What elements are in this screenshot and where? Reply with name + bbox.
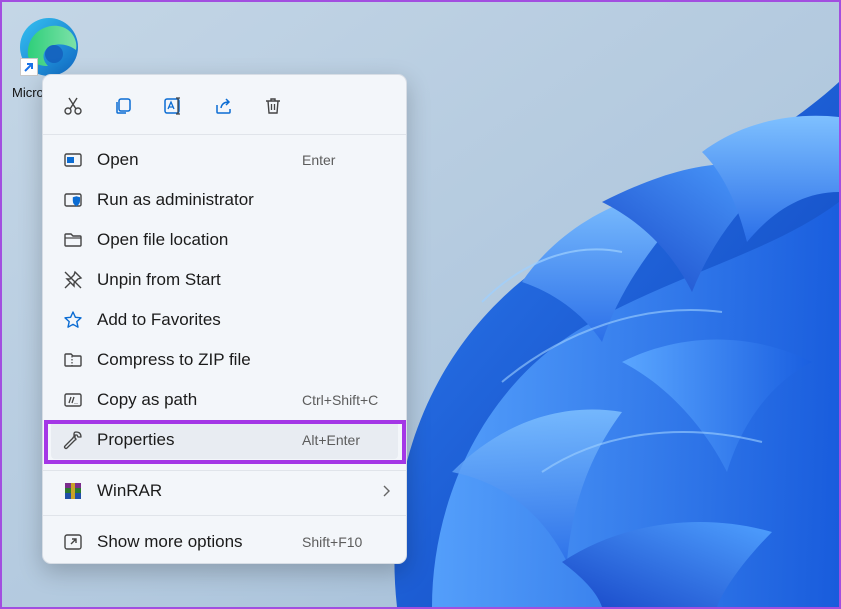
shield-icon	[64, 193, 82, 207]
share-button[interactable]	[211, 93, 237, 119]
unpin-icon	[64, 270, 83, 289]
menu-separator	[43, 134, 406, 135]
open-window-icon	[64, 153, 82, 167]
menu-separator	[43, 515, 406, 516]
menu-item-label: Compress to ZIP file	[97, 350, 251, 369]
menu-item-open[interactable]: Open Enter	[51, 141, 398, 179]
cut-button[interactable]	[60, 93, 86, 119]
menu-item-shortcut: Shift+F10	[302, 534, 363, 550]
menu-item-copy-as-path[interactable]: Copy as path Ctrl+Shift+C	[51, 381, 398, 419]
rename-button[interactable]	[160, 93, 186, 119]
menu-item-run-as-administrator[interactable]: Run as administrator	[51, 181, 398, 219]
rename-icon	[164, 97, 180, 115]
menu-item-add-to-favorites[interactable]: Add to Favorites	[51, 301, 398, 339]
menu-item-shortcut: Enter	[302, 152, 336, 168]
copy-path-icon	[64, 393, 82, 407]
menu-separator	[43, 470, 406, 471]
menu-item-compress-to-zip[interactable]: Compress to ZIP file	[51, 341, 398, 379]
menu-item-winrar[interactable]: WinRAR	[51, 472, 398, 510]
star-icon	[64, 311, 82, 328]
copy-icon	[116, 98, 131, 114]
menu-item-label: Copy as path	[97, 390, 198, 409]
share-icon	[216, 98, 231, 114]
zip-folder-icon	[64, 353, 82, 367]
chevron-right-icon	[383, 485, 390, 497]
folder-icon	[64, 233, 82, 247]
menu-item-label: WinRAR	[97, 481, 163, 500]
scissors-icon	[64, 97, 82, 115]
show-more-icon	[64, 534, 82, 550]
menu-item-open-file-location[interactable]: Open file location	[51, 221, 398, 259]
menu-item-unpin-from-start[interactable]: Unpin from Start	[51, 261, 398, 299]
menu-item-show-more-options[interactable]: Show more options Shift+F10	[51, 523, 398, 561]
winrar-icon	[65, 483, 81, 499]
menu-item-label: Open	[97, 150, 139, 169]
copy-button[interactable]	[110, 93, 136, 119]
properties-highlight-box	[44, 420, 406, 464]
menu-item-label: Add to Favorites	[97, 310, 221, 329]
context-menu: Open Enter Run as administrator Open fil…	[42, 74, 407, 564]
quick-actions-bar	[43, 75, 406, 135]
delete-button[interactable]	[260, 93, 286, 119]
menu-item-label: Show more options	[97, 532, 243, 551]
shortcut-arrow-icon	[20, 58, 38, 76]
menu-item-shortcut: Ctrl+Shift+C	[302, 392, 379, 408]
screenshot-frame: Microsoft Edge	[0, 0, 841, 609]
menu-item-label: Open file location	[97, 230, 229, 249]
menu-item-label: Run as administrator	[97, 190, 254, 209]
menu-item-label: Unpin from Start	[97, 270, 221, 289]
trash-icon	[266, 98, 280, 114]
